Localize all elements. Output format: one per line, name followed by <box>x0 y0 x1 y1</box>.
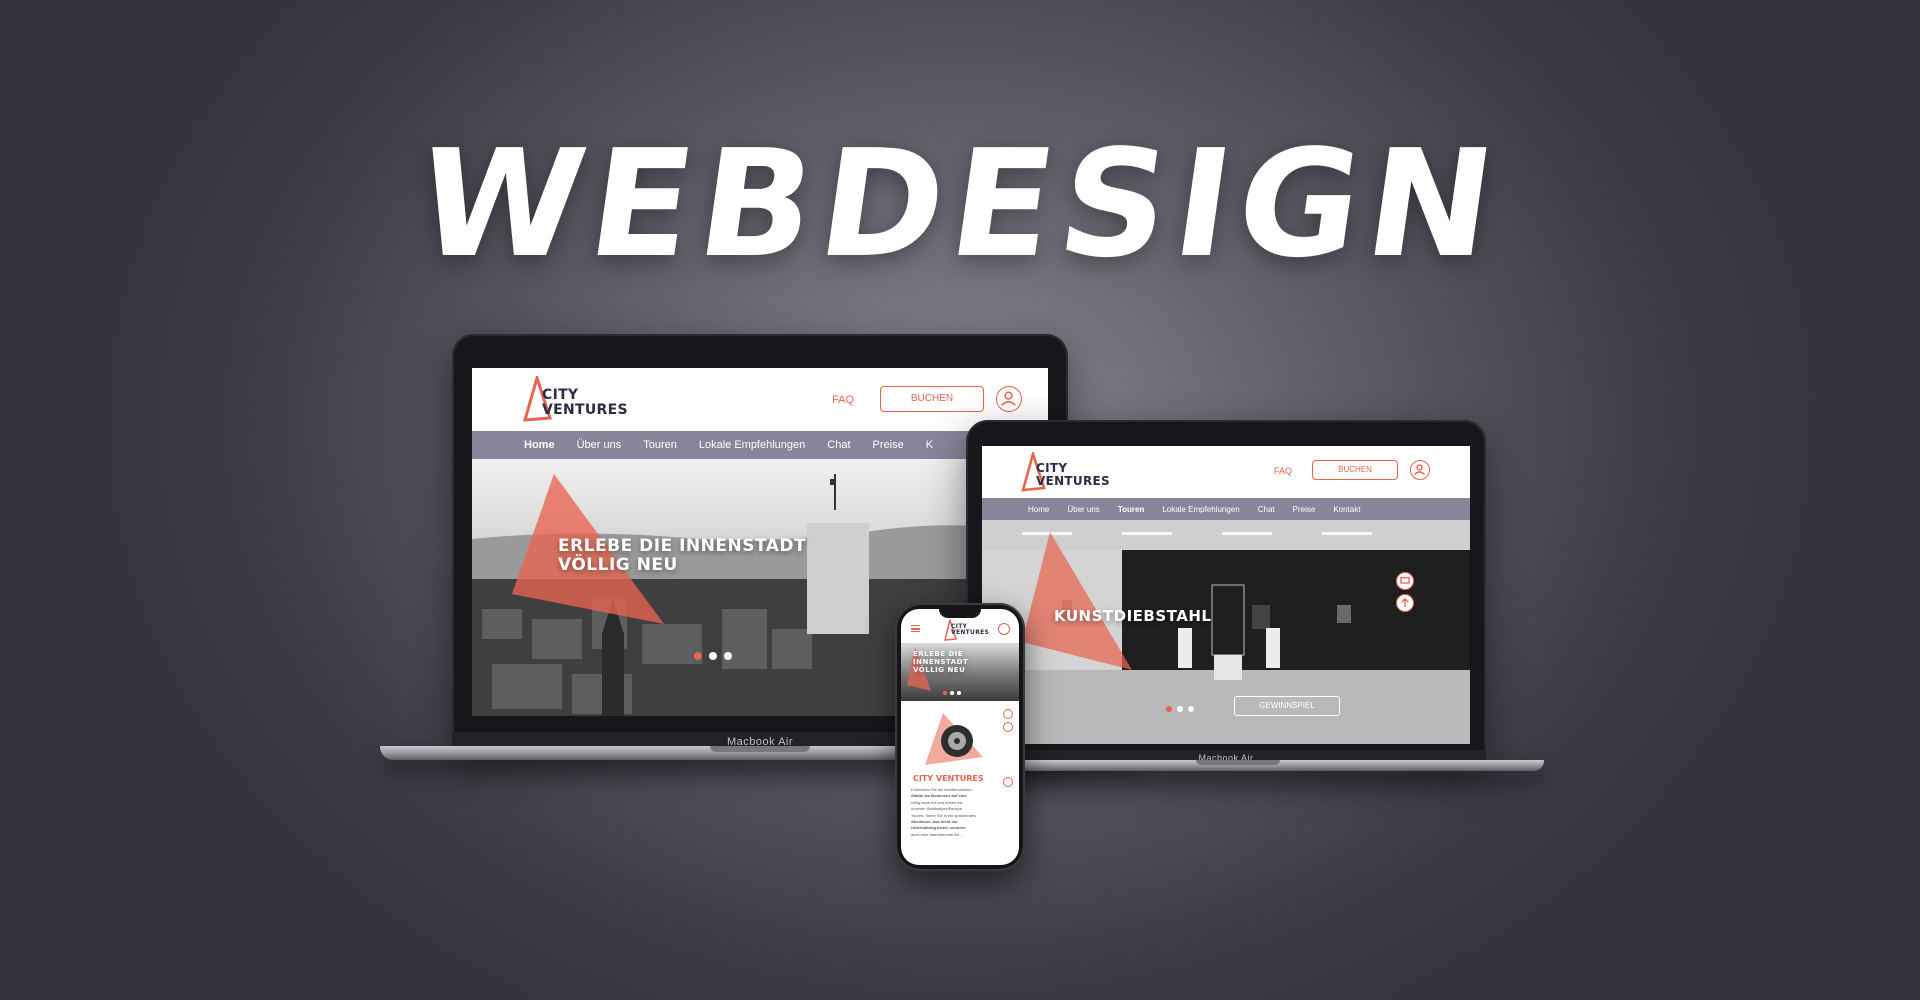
nav-tours[interactable]: Touren <box>1118 505 1145 514</box>
book-button[interactable]: BUCHEN <box>880 386 984 412</box>
site-logo[interactable]: CITY VENTURES <box>522 376 632 426</box>
nav-chat[interactable]: Chat <box>1258 505 1275 514</box>
nav-chat[interactable]: Chat <box>827 439 850 451</box>
laptop-small-screen: CITY VENTURES FAQ BUCHEN Home Über uns T… <box>982 446 1470 744</box>
nav-about[interactable]: Über uns <box>1067 505 1099 514</box>
laptop-small: CITY VENTURES FAQ BUCHEN Home Über uns T… <box>940 420 1580 780</box>
phone-hero: ERLEBE DIE INNENSTADT VÖLLIG NEU <box>901 643 1019 701</box>
phone-section-title: CITY VENTURES <box>913 774 984 783</box>
phone-hero-title: ERLEBE DIE INNENSTADT VÖLLIG NEU <box>913 650 969 674</box>
carousel-dot-2[interactable] <box>1177 706 1183 712</box>
phone-carousel-dots <box>943 691 961 695</box>
hero-accent-triangle-small <box>1022 532 1132 670</box>
arrow-up-icon <box>1401 598 1409 607</box>
nav-recommendations[interactable]: Lokale Empfehlungen <box>699 439 805 451</box>
hero-carousel-dots <box>694 652 732 660</box>
laptop-small-notch <box>1196 760 1280 765</box>
chat-icon <box>1400 577 1410 584</box>
nav-tours[interactable]: Touren <box>643 439 677 451</box>
faq-link[interactable]: FAQ <box>832 394 854 406</box>
hero-title: ERLEBE DIE INNENSTADT VÖLLIG NEU <box>558 536 807 576</box>
laptop-large-notch <box>710 746 810 752</box>
scroll-top-button[interactable] <box>1396 594 1414 612</box>
nav-prices[interactable]: Preise <box>1293 505 1316 514</box>
carousel-dot-1[interactable] <box>694 652 702 660</box>
gallery-carousel-dots <box>1166 706 1194 712</box>
book-button-small[interactable]: BUCHEN <box>1312 460 1398 480</box>
phone-side-icon-1[interactable] <box>1003 709 1013 719</box>
nav-recommendations[interactable]: Lokale Empfehlungen <box>1162 505 1239 514</box>
phone: CITY VENTURES ERLEBE DIE INNENSTADT VÖLL… <box>895 603 1025 871</box>
nav-contact[interactable]: K <box>926 439 933 451</box>
site-logo-small[interactable]: CITY VENTURES <box>1020 452 1120 496</box>
user-icon <box>1414 464 1425 475</box>
account-button-small[interactable] <box>1410 460 1430 480</box>
nav-home[interactable]: Home <box>524 439 555 451</box>
phone-header: CITY VENTURES <box>901 619 1019 641</box>
nav-about[interactable]: Über uns <box>577 439 622 451</box>
carousel-dot-3[interactable] <box>724 652 732 660</box>
carousel-dot-1[interactable] <box>943 691 947 695</box>
phone-screen: CITY VENTURES ERLEBE DIE INNENSTADT VÖLL… <box>901 609 1019 865</box>
phone-body-text: Entdecken Sie die facettenreichen Städte… <box>911 787 977 837</box>
phone-notch <box>939 609 981 618</box>
nav-prices[interactable]: Preise <box>873 439 904 451</box>
phone-account-button[interactable] <box>998 623 1010 635</box>
phone-feature-image <box>923 707 987 771</box>
nav-home[interactable]: Home <box>1028 505 1049 514</box>
phone-feature-graphic <box>925 713 983 765</box>
faq-link-small[interactable]: FAQ <box>1274 466 1292 476</box>
carousel-dot-2[interactable] <box>709 652 717 660</box>
phone-side-icon-2[interactable] <box>1003 722 1013 732</box>
logo-line1: CITY <box>542 387 579 403</box>
headline: WEBDESIGN <box>407 118 1513 290</box>
user-icon <box>1001 391 1016 406</box>
carousel-dot-3[interactable] <box>957 691 961 695</box>
phone-logo[interactable]: CITY VENTURES <box>943 619 993 641</box>
main-nav-small: Home Über uns Touren Lokale Empfehlungen… <box>982 498 1470 520</box>
phone-side-icon-3[interactable] <box>1003 777 1013 787</box>
menu-icon-mid <box>911 628 920 630</box>
account-button[interactable] <box>996 386 1022 412</box>
logo-line2: VENTURES <box>542 401 628 418</box>
gewinnspiel-button[interactable]: GEWINNSPIEL <box>1234 696 1340 716</box>
hero-title-small: KUNSTDIEBSTAHL <box>1054 607 1212 625</box>
nav-contact[interactable]: Kontakt <box>1333 505 1360 514</box>
carousel-dot-2[interactable] <box>950 691 954 695</box>
carousel-dot-1[interactable] <box>1166 706 1172 712</box>
chat-float-button[interactable] <box>1396 572 1414 590</box>
hero-gallery: KUNSTDIEBSTAHL GEWINNSPIEL <box>982 520 1470 744</box>
site-header-small: CITY VENTURES FAQ BUCHEN <box>982 446 1470 498</box>
carousel-dot-3[interactable] <box>1188 706 1194 712</box>
